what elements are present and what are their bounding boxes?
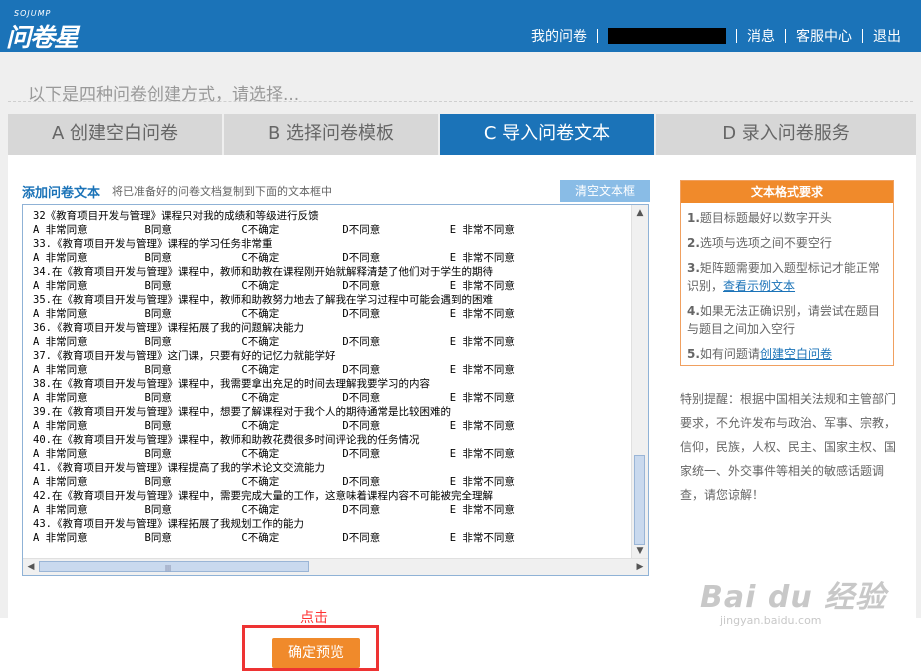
watermark-url: jingyan.baidu.com — [720, 614, 822, 627]
logo-subtitle: SOJUMP — [14, 9, 52, 18]
tab-import-text[interactable]: C 导入问卷文本 — [440, 114, 656, 163]
import-panel: 添加问卷文本 将已准备好的问卷文档复制到下面的文本框中 清空文本框 32《教育项… — [8, 155, 916, 671]
clear-textbox-button[interactable]: 清空文本框 — [560, 180, 650, 202]
dashed-divider — [8, 101, 913, 102]
click-annotation: 点击 — [300, 610, 328, 626]
item-number: 3. — [687, 261, 700, 275]
survey-text-line: A 非常同意 B同意 C不确定 D不同意 E 非常不同意 — [33, 476, 515, 488]
horizontal-scroll-thumb[interactable]: ||| — [39, 561, 309, 572]
requirement-item: 3.矩阵题需要加入题型标记才能正常识别，查看示例文本 — [687, 259, 889, 295]
item-text: 题目标题最好以数字开头 — [699, 211, 832, 225]
survey-text-line: 38.在《教育项目开发与管理》课程中，我需要拿出充足的时间去理解我要学习的内容 — [33, 378, 430, 390]
requirements-title: 文本格式要求 — [681, 181, 893, 203]
survey-text-line: A 非常同意 B同意 C不确定 D不同意 E 非常不同意 — [33, 280, 515, 292]
survey-text-line: A 非常同意 B同意 C不确定 D不同意 E 非常不同意 — [33, 308, 515, 320]
survey-text-line: 43.《教育项目开发与管理》课程拓展了我规划工作的能力 — [33, 518, 304, 530]
survey-text-line: A 非常同意 B同意 C不确定 D不同意 E 非常不同意 — [33, 392, 515, 404]
requirement-item: 5.如有问题请创建空白问卷 — [687, 345, 889, 363]
survey-text-line: A 非常同意 B同意 C不确定 D不同意 E 非常不同意 — [33, 532, 515, 544]
requirements-list: 1.题目标题最好以数字开头 2.选项与选项之间不要空行 3.矩阵题需要加入题型标… — [687, 209, 889, 370]
nav-logout[interactable]: 退出 — [863, 26, 911, 46]
survey-text-line: 42.在《教育项目开发与管理》课程中，需要完成大量的工作，这意味着课程内容不可能… — [33, 490, 493, 502]
survey-text-line: 35.在《教育项目开发与管理》课程中，教师和助教努力地去了解我在学习过程中可能会… — [33, 294, 493, 306]
item-number: 4. — [687, 304, 700, 318]
item-number: 1. — [687, 211, 700, 225]
tab-choose-template[interactable]: B 选择问卷模板 — [224, 114, 440, 155]
item-text: 如有问题请 — [699, 347, 760, 361]
horizontal-scrollbar[interactable]: ◀ ||| ▶ — [23, 558, 648, 575]
item-text: 选项与选项之间不要空行 — [699, 236, 832, 250]
logo-title: 问卷星 — [6, 23, 79, 52]
survey-text-line: 40.在《教育项目开发与管理》课程中，教师和助教花费很多时间评论我的任务情况 — [33, 434, 420, 446]
survey-text-line: 34.在《教育项目开发与管理》课程中，教师和助教在课程刚开始就解释清楚了他们对于… — [33, 266, 493, 278]
survey-text-line: 33.《教育项目开发与管理》课程的学习任务非常重 — [33, 238, 273, 250]
scroll-down-icon[interactable]: ▼ — [632, 543, 648, 559]
redacted-username — [608, 28, 726, 44]
tab-entry-service[interactable]: D 录入问卷服务 — [656, 114, 916, 155]
survey-text-line: A 非常同意 B同意 C不确定 D不同意 E 非常不同意 — [33, 252, 515, 264]
survey-text-line: A 非常同意 B同意 C不确定 D不同意 E 非常不同意 — [33, 504, 515, 516]
survey-text-line: A 非常同意 B同意 C不确定 D不同意 E 非常不同意 — [33, 420, 515, 432]
nav-divider — [597, 29, 598, 43]
requirement-item: 4.如果无法正确识别，请尝试在题目与题目之间加入空行 — [687, 302, 889, 338]
survey-text-line: A 非常同意 B同意 C不确定 D不同意 E 非常不同意 — [33, 448, 515, 460]
baidu-jingyan-watermark: Bai du 经验 jingyan.baidu.com — [700, 572, 887, 627]
survey-text-input[interactable]: 32《教育项目开发与管理》课程只对我的成绩和等级进行反馈 A 非常同意 B同意 C… — [22, 204, 649, 576]
scroll-up-icon[interactable]: ▲ — [632, 205, 648, 221]
requirement-item: 2.选项与选项之间不要空行 — [687, 234, 889, 252]
watermark-logo: Bai du 经验 — [700, 580, 887, 615]
scroll-left-icon[interactable]: ◀ — [23, 559, 39, 575]
item-text: 如果无法正确识别，请尝试在题目与题目之间加入空行 — [687, 304, 880, 336]
nav-messages[interactable]: 消息 — [737, 26, 785, 46]
add-text-hint: 将已准备好的问卷文档复制到下面的文本框中 — [112, 185, 332, 198]
item-number: 5. — [687, 347, 700, 361]
survey-text-line: A 非常同意 B同意 C不确定 D不同意 E 非常不同意 — [33, 336, 515, 348]
main-content: 以下是四种问卷创建方式，请选择... A 创建空白问卷 B 选择问卷模板 C 导… — [0, 52, 921, 671]
tab-create-blank[interactable]: A 创建空白问卷 — [8, 114, 224, 155]
survey-text-line: A 非常同意 B同意 C不确定 D不同意 E 非常不同意 — [33, 224, 515, 236]
survey-text-content: 32《教育项目开发与管理》课程只对我的成绩和等级进行反馈 A 非常同意 B同意 C… — [33, 209, 623, 545]
format-requirements-box: 文本格式要求 1.题目标题最好以数字开头 2.选项与选项之间不要空行 3.矩阵题… — [680, 180, 894, 366]
add-text-title: 添加问卷文本 — [22, 186, 101, 201]
top-navigation-bar: SOJUMP 问卷星 我的问卷 消息 客服中心 退出 — [0, 0, 921, 52]
survey-text-line: 41.《教育项目开发与管理》课程提高了我的学术论文交流能力 — [33, 462, 325, 474]
creation-method-tabs: A 创建空白问卷 B 选择问卷模板 C 导入问卷文本 D 录入问卷服务 — [8, 114, 916, 163]
requirement-item: 1.题目标题最好以数字开头 — [687, 209, 889, 227]
survey-text-line: 36.《教育项目开发与管理》课程拓展了我的问题解决能力 — [33, 322, 304, 334]
scroll-right-icon[interactable]: ▶ — [632, 559, 648, 575]
nav-my-surveys[interactable]: 我的问卷 — [521, 26, 597, 46]
survey-text-line: 37.《教育项目开发与管理》这门课，只要有好的记忆力就能学好 — [33, 350, 336, 362]
survey-text-line: 39.在《教育项目开发与管理》课程中，想要了解课程对于我个人的期待通常是比较困难… — [33, 406, 451, 418]
create-blank-survey-link[interactable]: 创建空白问卷 — [760, 347, 832, 361]
vertical-scroll-thumb[interactable] — [634, 455, 645, 545]
item-number: 2. — [687, 236, 700, 250]
special-notice: 特别提醒：根据中国相关法规和主管部门要求，不允许发布与政治、军事、宗教，信仰，民… — [680, 392, 897, 502]
view-sample-text-link[interactable]: 查看示例文本 — [723, 279, 795, 293]
survey-text-line: A 非常同意 B同意 C不确定 D不同意 E 非常不同意 — [33, 364, 515, 376]
survey-text-line: 32《教育项目开发与管理》课程只对我的成绩和等级进行反馈 — [33, 210, 319, 222]
nav-customer-service[interactable]: 客服中心 — [786, 26, 862, 46]
user-nav: 我的问卷 消息 客服中心 退出 — [521, 26, 911, 46]
vertical-scrollbar[interactable]: ▲ ▼ — [631, 205, 648, 559]
confirm-preview-button[interactable]: 确定预览 — [272, 638, 360, 668]
